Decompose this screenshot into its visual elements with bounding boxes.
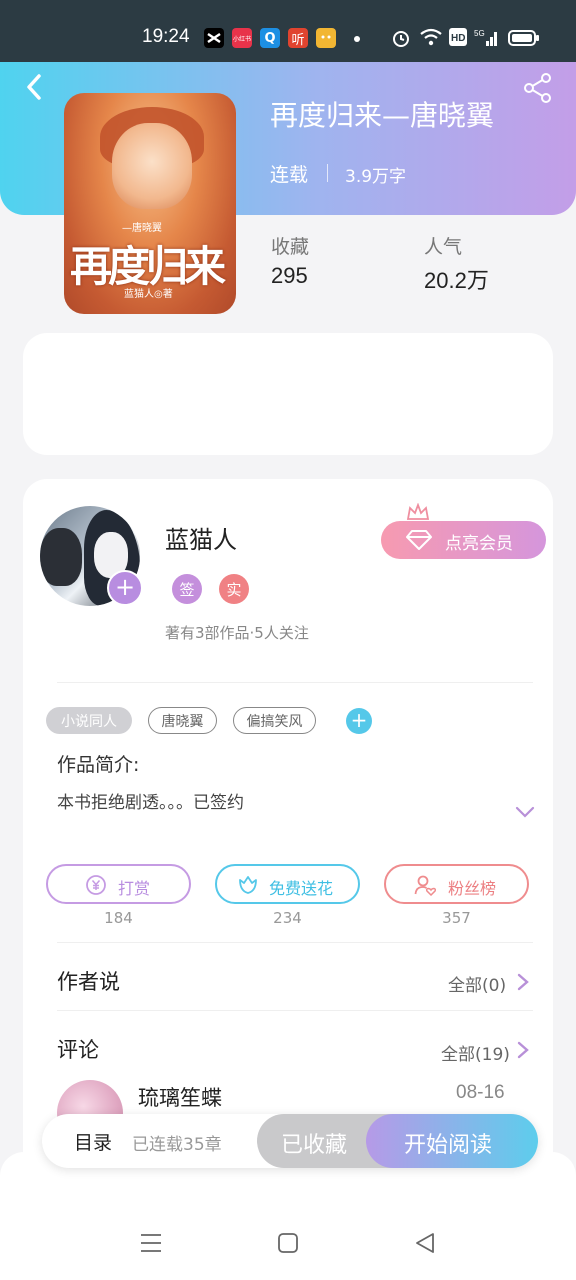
listen-app-icon: 听 bbox=[288, 28, 308, 48]
favorites-value: 295 bbox=[271, 263, 308, 288]
status-time: 19:24 bbox=[142, 26, 190, 47]
comment-date: 08-16 bbox=[456, 1082, 505, 1103]
capcut-icon bbox=[204, 28, 224, 48]
crown-icon bbox=[406, 503, 430, 520]
divider bbox=[57, 682, 533, 683]
tip-label: 打赏 bbox=[118, 879, 151, 898]
status-bar: 19:24 小红书 Q 听 HD 5G bbox=[0, 0, 576, 62]
popularity-value: 20.2万 bbox=[424, 268, 489, 293]
intro-text: 本书拒绝剧透。。。已签约 bbox=[57, 793, 244, 813]
author-says-title: 作者说 bbox=[57, 970, 120, 994]
signal-5g-icon: 5G bbox=[474, 29, 497, 46]
signed-badge: 签 bbox=[172, 574, 202, 604]
banner-card bbox=[23, 333, 553, 455]
yuan-coin-icon bbox=[86, 875, 106, 895]
status-divider bbox=[327, 164, 328, 182]
toc-button[interactable]: 目录 bbox=[74, 1128, 112, 1155]
favorites-label: 收藏 bbox=[271, 236, 310, 258]
fan-count: 357 bbox=[442, 909, 471, 927]
tip-button[interactable]: 打赏 bbox=[46, 864, 191, 904]
svg-text:5G: 5G bbox=[474, 29, 485, 38]
diamond-icon bbox=[406, 530, 432, 550]
fan-user-icon bbox=[414, 875, 436, 896]
share-button[interactable] bbox=[522, 72, 554, 104]
word-count: 3.9万字 bbox=[345, 167, 407, 187]
book-status: 连载 bbox=[270, 164, 309, 186]
author-name[interactable]: 蓝猫人 bbox=[165, 520, 237, 555]
start-reading-label: 开始阅读 bbox=[404, 1133, 493, 1158]
chevron-down-icon[interactable] bbox=[513, 804, 537, 820]
wifi-icon bbox=[420, 28, 442, 46]
qq-browser-icon: Q bbox=[260, 28, 280, 48]
send-flower-button[interactable]: 免费送花 bbox=[215, 864, 360, 904]
fan-ranking-button[interactable]: 粉丝榜 bbox=[384, 864, 529, 904]
home-icon[interactable] bbox=[277, 1232, 299, 1254]
divider bbox=[57, 942, 533, 943]
vip-member-button[interactable]: 点亮会员 bbox=[381, 521, 546, 559]
start-reading-button[interactable]: 开始阅读 bbox=[366, 1114, 538, 1168]
cover-author: 蓝猫人◎著 bbox=[124, 289, 173, 300]
follow-author-button[interactable]: + bbox=[107, 570, 143, 606]
battery-icon bbox=[508, 30, 539, 46]
tag-comedy[interactable]: 偏搞笑风 bbox=[233, 707, 316, 734]
back-button[interactable] bbox=[22, 72, 46, 102]
favorited-label: 已收藏 bbox=[281, 1133, 348, 1158]
chevron-right-icon[interactable] bbox=[516, 1040, 530, 1060]
back-icon[interactable] bbox=[414, 1232, 436, 1254]
author-works-info: 著有3部作品·5人关注 bbox=[165, 624, 309, 642]
emoji-app-icon bbox=[316, 28, 336, 48]
xiaohongshu-icon: 小红书 bbox=[232, 28, 252, 48]
author-says-all-link[interactable]: 全部(0) bbox=[448, 971, 506, 996]
vip-button-label: 点亮会员 bbox=[445, 534, 513, 554]
alarm-icon bbox=[393, 31, 409, 47]
tag-tang-xiaoyi[interactable]: 唐晓翼 bbox=[148, 707, 217, 734]
hd-icon: HD bbox=[449, 28, 467, 46]
flower-icon bbox=[239, 876, 257, 894]
svg-text:HD: HD bbox=[451, 33, 465, 44]
menu-icon[interactable] bbox=[140, 1232, 162, 1254]
tip-count: 184 bbox=[104, 909, 133, 927]
divider bbox=[57, 1010, 533, 1011]
chevron-right-icon[interactable] bbox=[516, 972, 530, 992]
chapter-count[interactable]: 已连载35章 bbox=[132, 1130, 222, 1155]
book-cover[interactable]: —唐晓翼 再度归来 蓝猫人◎著 bbox=[64, 93, 236, 314]
comments-all-link[interactable]: 全部(19) bbox=[441, 1040, 510, 1065]
intro-label: 作品简介: bbox=[57, 754, 140, 776]
book-title: 再度归来—唐晓翼 bbox=[270, 99, 495, 132]
verified-badge: 实 bbox=[219, 574, 249, 604]
send-flower-label: 免费送花 bbox=[269, 879, 334, 898]
notification-dot bbox=[354, 36, 360, 42]
comments-title: 评论 bbox=[57, 1038, 99, 1062]
add-tag-button[interactable]: + bbox=[346, 708, 372, 734]
comment-username[interactable]: 琉璃笙蝶 bbox=[138, 1082, 222, 1112]
flower-count: 234 bbox=[273, 909, 302, 927]
cover-subtitle: —唐晓翼 bbox=[122, 223, 162, 234]
fan-ranking-label: 粉丝榜 bbox=[448, 879, 497, 898]
popularity-label: 人气 bbox=[424, 236, 463, 258]
tag-fanfic[interactable]: 小说同人 bbox=[46, 707, 132, 734]
bottom-panel bbox=[0, 1152, 576, 1280]
